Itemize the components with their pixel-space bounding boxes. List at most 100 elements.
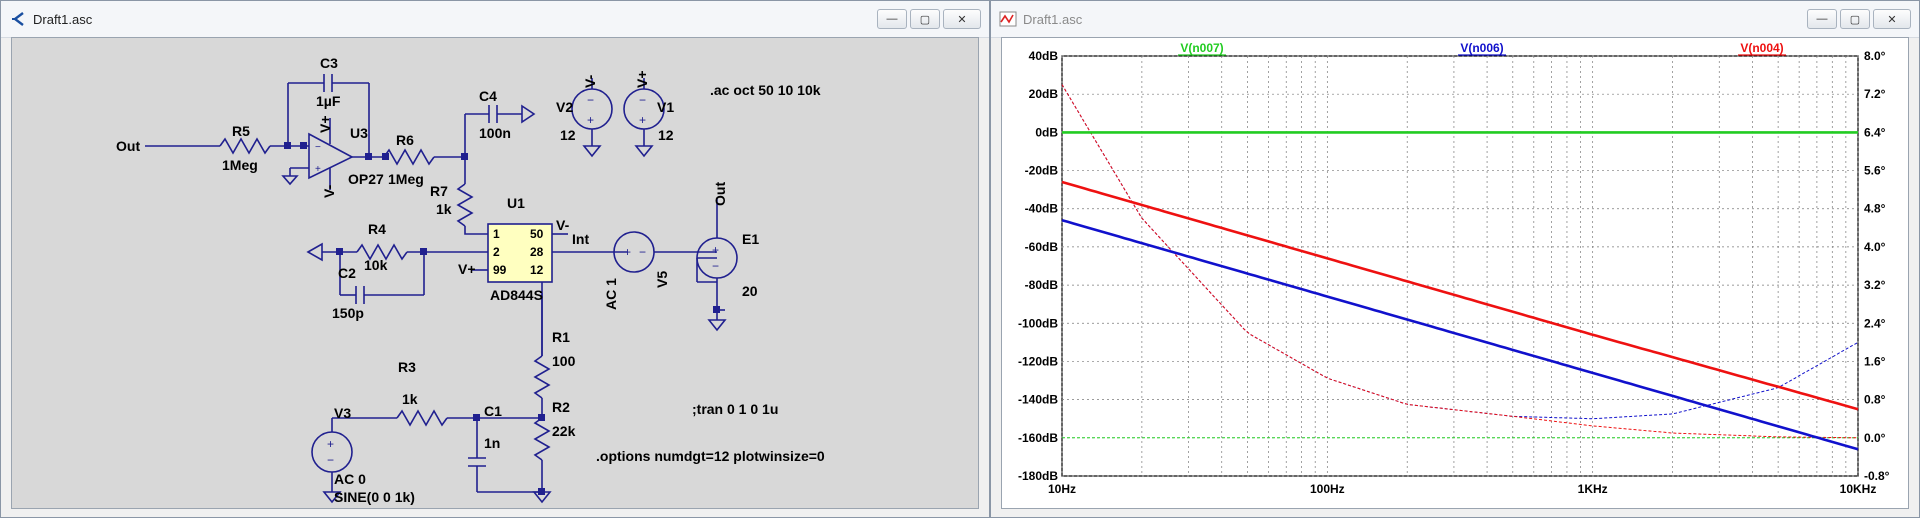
y-left-tick-label: -60dB [1025,240,1059,254]
y-left-tick-label: -160dB [1018,431,1058,445]
label-u3-model: OP27 [348,171,384,187]
maximize-button[interactable]: ▢ [910,9,940,29]
svg-text:−: − [327,453,334,467]
svg-text:−: − [639,245,646,259]
legend-entry: V(n006) [1460,41,1503,55]
label-v1-value: 12 [658,127,674,143]
y-left-tick-label: 20dB [1029,87,1059,101]
ac-directive[interactable]: .ac oct 50 10 10k [710,82,821,98]
minimize-icon: — [886,13,898,25]
y-left-tick-label: -140dB [1018,393,1058,407]
label-out-right: Out [712,182,728,206]
y-left-tick-label: -80dB [1025,278,1059,292]
label-out-left: Out [116,138,140,154]
y-right-tick-label: 4.8° [1864,202,1886,216]
u1-pin-28: 28 [530,245,544,259]
options-directive[interactable]: .options numdgt=12 plotwinsize=0 [596,448,825,464]
label-r7: R7 [430,183,448,199]
plot-minimize-button[interactable]: — [1807,9,1837,29]
label-v3: V3 [334,405,351,421]
close-icon: ✕ [1887,13,1897,26]
svg-text:+: + [587,113,594,127]
minimize-button[interactable]: — [877,9,907,29]
y-right-tick-label: 3.2° [1864,278,1886,292]
label-u1-model: AD844S [490,287,543,303]
svg-text:+: + [315,164,321,175]
u1-pin-1: 1 [493,227,500,241]
label-c1-value: 1n [484,435,500,451]
schematic-svg[interactable]: −+ −+ +− + − +− −+ Out R5 1Meg C3 1µF U3 … [12,38,980,510]
x-tick-label: 1KHz [1578,482,1608,496]
plot-titlebar[interactable]: Draft1.asc — ▢ ✕ [991,1,1919,38]
svg-text:+: + [327,437,334,451]
tran-directive[interactable]: ;tran 0 1 0 1u [692,401,778,417]
label-v5-ac: AC 1 [603,278,619,310]
plot-close-button[interactable]: ✕ [1873,9,1911,29]
label-r2-value: 22k [552,423,576,439]
x-tick-label: 10KHz [1840,482,1877,496]
y-left-tick-label: -180dB [1018,469,1058,483]
label-r5-value: 1Meg [222,157,258,173]
label-u1-vminus: V- [556,217,570,233]
x-tick-label: 10Hz [1048,482,1076,496]
schematic-titlebar[interactable]: Draft1.asc — ▢ ✕ [1,1,989,38]
label-v2-net: V- [582,74,598,88]
label-v2-value: 12 [560,127,576,143]
y-right-tick-label: 8.0° [1864,49,1886,63]
y-right-tick-label: 4.0° [1864,240,1886,254]
y-right-tick-label: 1.6° [1864,354,1886,368]
close-button[interactable]: ✕ [943,9,981,29]
svg-text:+: + [712,243,719,257]
label-c3: C3 [320,55,338,71]
bode-plot[interactable]: 40dB 8.0° 20dB 7.2° 0dB 6.4° -20dB 5.6° -40dB 4.8… [1002,38,1910,510]
y-left-tick-label: -20dB [1025,164,1059,178]
y-right-tick-label: -0.8° [1864,469,1890,483]
label-u1-vplus: V+ [458,261,476,277]
label-r3: R3 [398,359,416,375]
label-r6: R6 [396,132,414,148]
label-r1: R1 [552,329,570,345]
label-c4: C4 [479,88,497,104]
plot-pane[interactable]: 40dB 8.0° 20dB 7.2° 0dB 6.4° -20dB 5.6° -40dB 4.8… [1001,37,1909,509]
label-r3-value: 1k [402,391,418,407]
svg-text:+: + [639,113,646,127]
label-c3-value: 1µF [316,93,341,109]
label-c2-value: 150p [332,305,364,321]
label-v5: V5 [654,271,670,288]
plot-window-title: Draft1.asc [1023,11,1083,27]
y-left-tick-label: -120dB [1018,354,1058,368]
schematic-canvas[interactable]: − + − + + − + − + − − + Out R5 1Meg C3 1µF U3 … [11,37,979,509]
u1-pin-50: 50 [530,227,544,241]
close-icon: ✕ [957,13,967,26]
svg-text:−: − [712,259,719,273]
label-v1: V1 [657,99,674,115]
label-int-net: Int [572,231,589,247]
label-v3-ac: AC 0 [334,471,366,487]
svg-text:+: + [624,245,631,259]
schematic-window-title: Draft1.asc [33,11,93,27]
y-right-tick-label: 7.2° [1864,87,1886,101]
label-v1-net: V+ [634,70,650,88]
label-v3-sine: SINE(0 0 1k) [334,489,415,505]
y-right-tick-label: 0.8° [1864,393,1886,407]
plot-maximize-button[interactable]: ▢ [1840,9,1870,29]
label-v2: V2 [556,99,573,115]
label-u1: U1 [507,195,525,211]
label-c1: C1 [484,403,502,419]
y-right-tick-label: 6.4° [1864,125,1886,139]
x-tick-label: 100Hz [1310,482,1345,496]
u1-pin-12: 12 [530,263,544,277]
y-left-tick-label: 0dB [1035,125,1058,139]
y-right-tick-label: 0.0° [1864,431,1886,445]
plot-area [1061,55,1859,477]
waveform-icon [999,11,1017,27]
label-u3-vminus: V- [321,184,337,198]
svg-text:−: − [315,142,321,153]
label-r4: R4 [368,221,386,237]
schematic-window: Draft1.asc — ▢ ✕ − + − + + − + − + − − +… [0,0,990,518]
legend-entry: V(n004) [1740,41,1783,55]
plot-window: Draft1.asc — ▢ ✕ 40dB 8.0° 20dB 7.2° 0dB 6.4°… [990,0,1920,518]
y-right-tick-label: 2.4° [1864,316,1886,330]
y-left-tick-label: 40dB [1029,49,1059,63]
label-c4-value: 100n [479,125,511,141]
